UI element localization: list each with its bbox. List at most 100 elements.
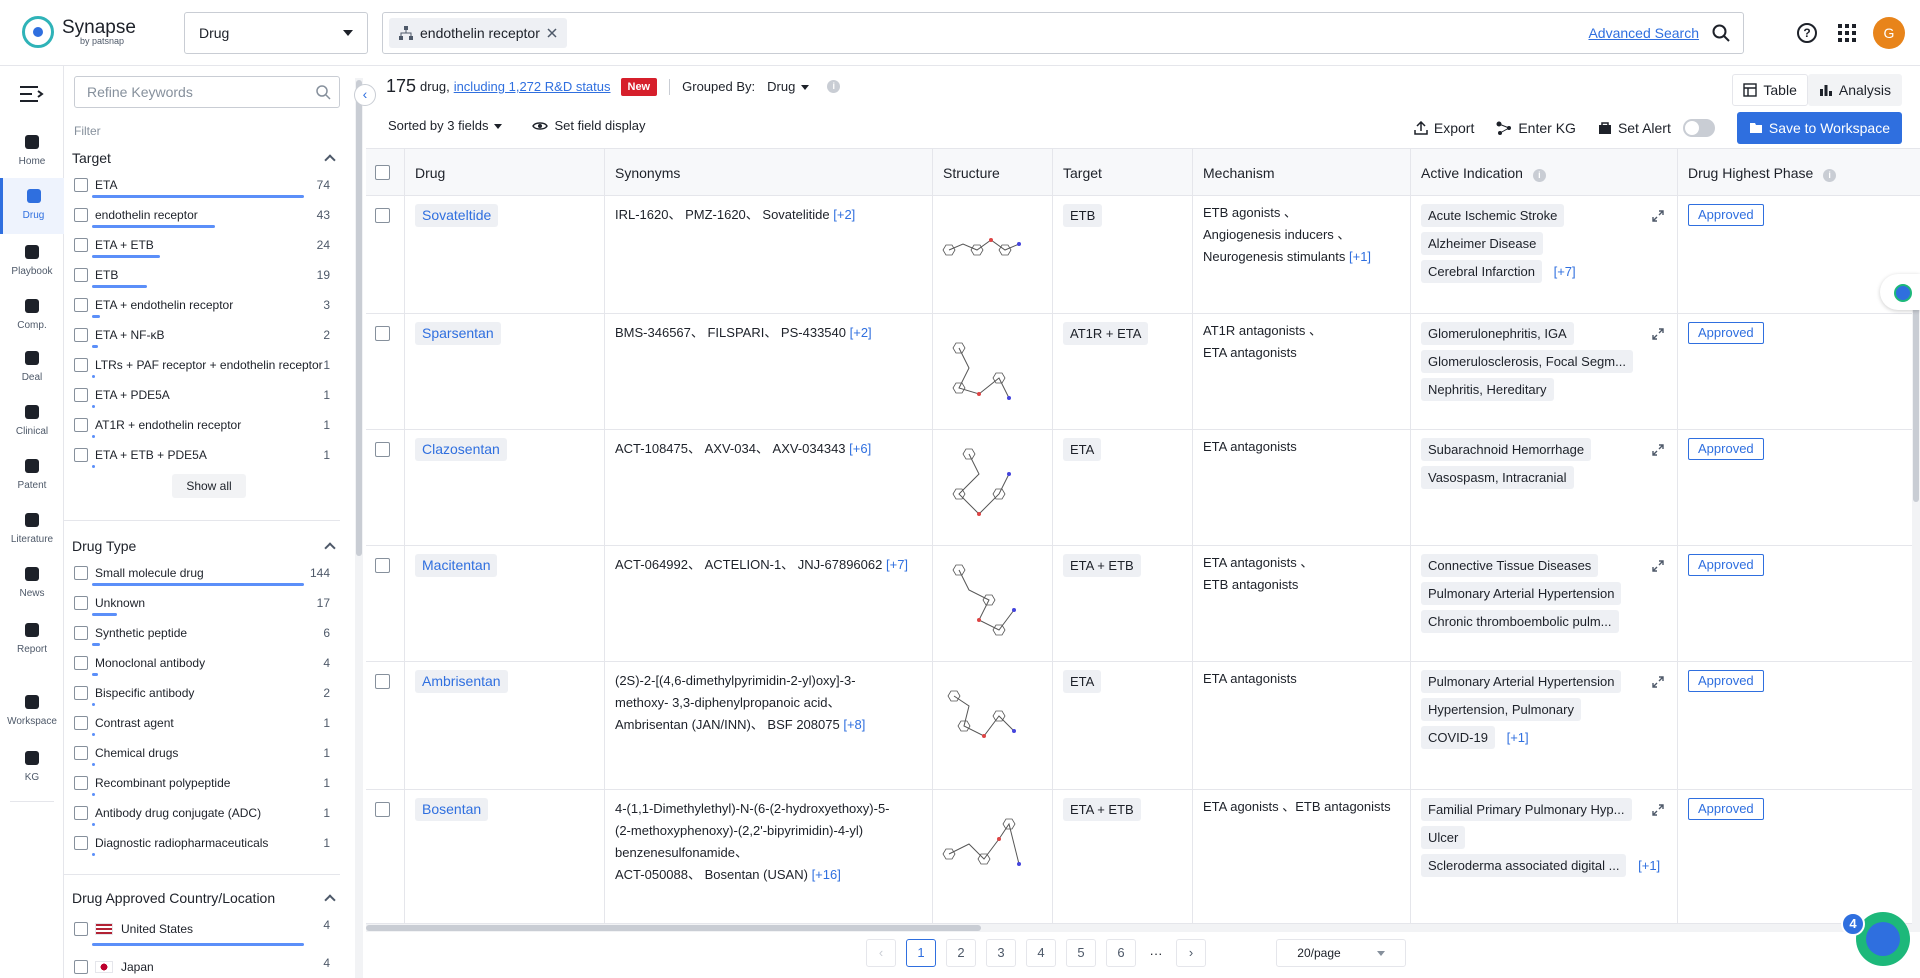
filter-checkbox[interactable]	[74, 626, 88, 640]
filter-option[interactable]: Small molecule drug144	[64, 558, 354, 588]
sort-dropdown[interactable]: Sorted by 3 fields	[388, 118, 502, 133]
info-icon[interactable]: i	[1533, 169, 1546, 182]
row-checkbox[interactable]	[375, 802, 390, 817]
chemical-structure-image[interactable]	[939, 444, 1029, 530]
filter-checkbox[interactable]	[74, 806, 88, 820]
set-alert-toggle[interactable]	[1683, 119, 1715, 137]
chemical-structure-image[interactable]	[939, 560, 1029, 646]
indication-tag[interactable]: Connective Tissue Diseases	[1421, 554, 1598, 577]
drug-name-link[interactable]: Ambrisentan	[415, 670, 508, 693]
set-alert-control[interactable]: Set Alert	[1598, 119, 1715, 137]
advanced-search-link[interactable]: Advanced Search	[1588, 25, 1699, 41]
chemical-structure-image[interactable]	[939, 328, 1029, 414]
indication-tag[interactable]: COVID-19	[1421, 726, 1495, 749]
target-tag[interactable]: ETA	[1063, 438, 1101, 461]
drug-name-link[interactable]: Clazosentan	[415, 438, 507, 461]
indication-tag[interactable]: Ulcer	[1421, 826, 1465, 849]
filter-checkbox[interactable]	[74, 178, 88, 192]
nav-item-deal[interactable]: Deal	[0, 340, 64, 396]
col-target[interactable]: Target	[1063, 165, 1102, 181]
indication-more-link[interactable]: [+1]	[1507, 730, 1529, 745]
filter-checkbox[interactable]	[74, 418, 88, 432]
filter-checkbox[interactable]	[74, 238, 88, 252]
filter-option[interactable]: Recombinant polypeptide1	[64, 768, 354, 798]
indication-tag[interactable]: Alzheimer Disease	[1421, 232, 1543, 255]
indication-tag[interactable]: Nephritis, Hereditary	[1421, 378, 1554, 401]
indication-tag[interactable]: Glomerulosclerosis, Focal Segm...	[1421, 350, 1633, 373]
drug-name-link[interactable]: Sparsentan	[415, 322, 501, 345]
apps-grid-icon[interactable]	[1838, 24, 1856, 42]
search-type-dropdown[interactable]: Drug	[184, 12, 368, 54]
target-tag[interactable]: AT1R + ETA	[1063, 322, 1148, 345]
nav-item-literature[interactable]: Literature	[0, 502, 64, 558]
nav-item-drug[interactable]: Drug	[0, 178, 64, 234]
expand-icon[interactable]	[1652, 328, 1664, 340]
table-row[interactable]: Bosentan4-(1,1-Dimethylethyl)-N-(6-(2-hy…	[366, 790, 1920, 924]
filter-option[interactable]: ETA + ETB24	[64, 230, 354, 260]
info-icon[interactable]: i	[827, 80, 840, 93]
synonyms-more-link[interactable]: [+6]	[849, 441, 871, 456]
col-structure[interactable]: Structure	[943, 165, 1000, 181]
chemical-structure-image[interactable]	[939, 210, 1029, 296]
nav-item-workspace[interactable]: Workspace	[0, 684, 64, 740]
info-icon[interactable]: i	[1823, 169, 1836, 182]
menu-toggle-icon[interactable]	[20, 86, 44, 102]
filter-checkbox[interactable]	[74, 596, 88, 610]
set-field-display-button[interactable]: Set field display	[532, 118, 645, 133]
drug-name-link[interactable]: Macitentan	[415, 554, 497, 577]
indication-tag[interactable]: Pulmonary Arterial Hypertension	[1421, 582, 1621, 605]
table-row[interactable]: MacitentanACT-064992、 ACTELION-1、 JNJ-67…	[366, 546, 1920, 662]
filter-checkbox[interactable]	[74, 836, 88, 850]
phase-badge[interactable]: Approved	[1688, 322, 1764, 344]
filter-option[interactable]: United States4	[64, 910, 354, 948]
phase-badge[interactable]: Approved	[1688, 438, 1764, 460]
refine-keywords-input[interactable]: Refine Keywords	[74, 76, 340, 108]
expand-icon[interactable]	[1652, 804, 1664, 816]
page-button[interactable]: 3	[986, 939, 1016, 967]
nav-item-news[interactable]: News	[0, 556, 64, 612]
indication-tag[interactable]: Pulmonary Arterial Hypertension	[1421, 670, 1621, 693]
phase-badge[interactable]: Approved	[1688, 670, 1764, 692]
indication-tag[interactable]: Glomerulonephritis, IGA	[1421, 322, 1574, 345]
col-active-indication[interactable]: Active Indication i	[1421, 165, 1546, 182]
filter-option[interactable]: Chemical drugs1	[64, 738, 354, 768]
filter-option[interactable]: Unknown17	[64, 588, 354, 618]
col-highest-phase[interactable]: Drug Highest Phase i	[1688, 165, 1836, 182]
close-icon[interactable]	[547, 28, 557, 38]
table-vertical-scrollbar[interactable]	[1912, 278, 1920, 924]
page-button[interactable]: 5	[1066, 939, 1096, 967]
filter-checkbox[interactable]	[74, 328, 88, 342]
page-size-select[interactable]: 20/page	[1276, 939, 1406, 967]
grouped-by-dropdown[interactable]: Drug	[767, 79, 809, 94]
filter-option[interactable]: ETA + PDE5A1	[64, 380, 354, 410]
filter-option[interactable]: Monoclonal antibody4	[64, 648, 354, 678]
row-checkbox[interactable]	[375, 442, 390, 457]
indication-tag[interactable]: Cerebral Infarction	[1421, 260, 1542, 283]
drug-name-link[interactable]: Bosentan	[415, 798, 488, 821]
col-synonyms[interactable]: Synonyms	[615, 165, 680, 181]
filter-option[interactable]: Japan4	[64, 948, 354, 978]
filter-checkbox[interactable]	[74, 656, 88, 670]
page-ellipsis[interactable]: ···	[1146, 946, 1166, 961]
table-row[interactable]: SparsentanBMS-346567、 FILSPARI、 PS-43354…	[366, 314, 1920, 430]
indication-tag[interactable]: Hypertension, Pulmonary	[1421, 698, 1581, 721]
filter-checkbox[interactable]	[74, 298, 88, 312]
filter-option[interactable]: ETA74	[64, 170, 354, 200]
filter-option[interactable]: Antibody drug conjugate (ADC)1	[64, 798, 354, 828]
filter-checkbox[interactable]	[74, 208, 88, 222]
filter-option[interactable]: AT1R + endothelin receptor1	[64, 410, 354, 440]
enter-kg-button[interactable]: Enter KG	[1496, 120, 1576, 136]
target-tag[interactable]: ETA + ETB	[1063, 798, 1141, 821]
page-button[interactable]: 4	[1026, 939, 1056, 967]
nav-item-report[interactable]: Report	[0, 612, 64, 668]
indication-tag[interactable]: Subarachnoid Hemorrhage	[1421, 438, 1591, 461]
prev-page-button[interactable]: ‹	[866, 939, 896, 967]
chevron-up-icon[interactable]	[324, 154, 335, 165]
phase-badge[interactable]: Approved	[1688, 204, 1764, 226]
filter-checkbox[interactable]	[74, 716, 88, 730]
filter-option[interactable]: Synthetic peptide6	[64, 618, 354, 648]
search-box[interactable]: endothelin receptor Advanced Search	[382, 12, 1744, 54]
phase-badge[interactable]: Approved	[1688, 554, 1764, 576]
page-button[interactable]: 2	[946, 939, 976, 967]
next-page-button[interactable]: ›	[1176, 939, 1206, 967]
